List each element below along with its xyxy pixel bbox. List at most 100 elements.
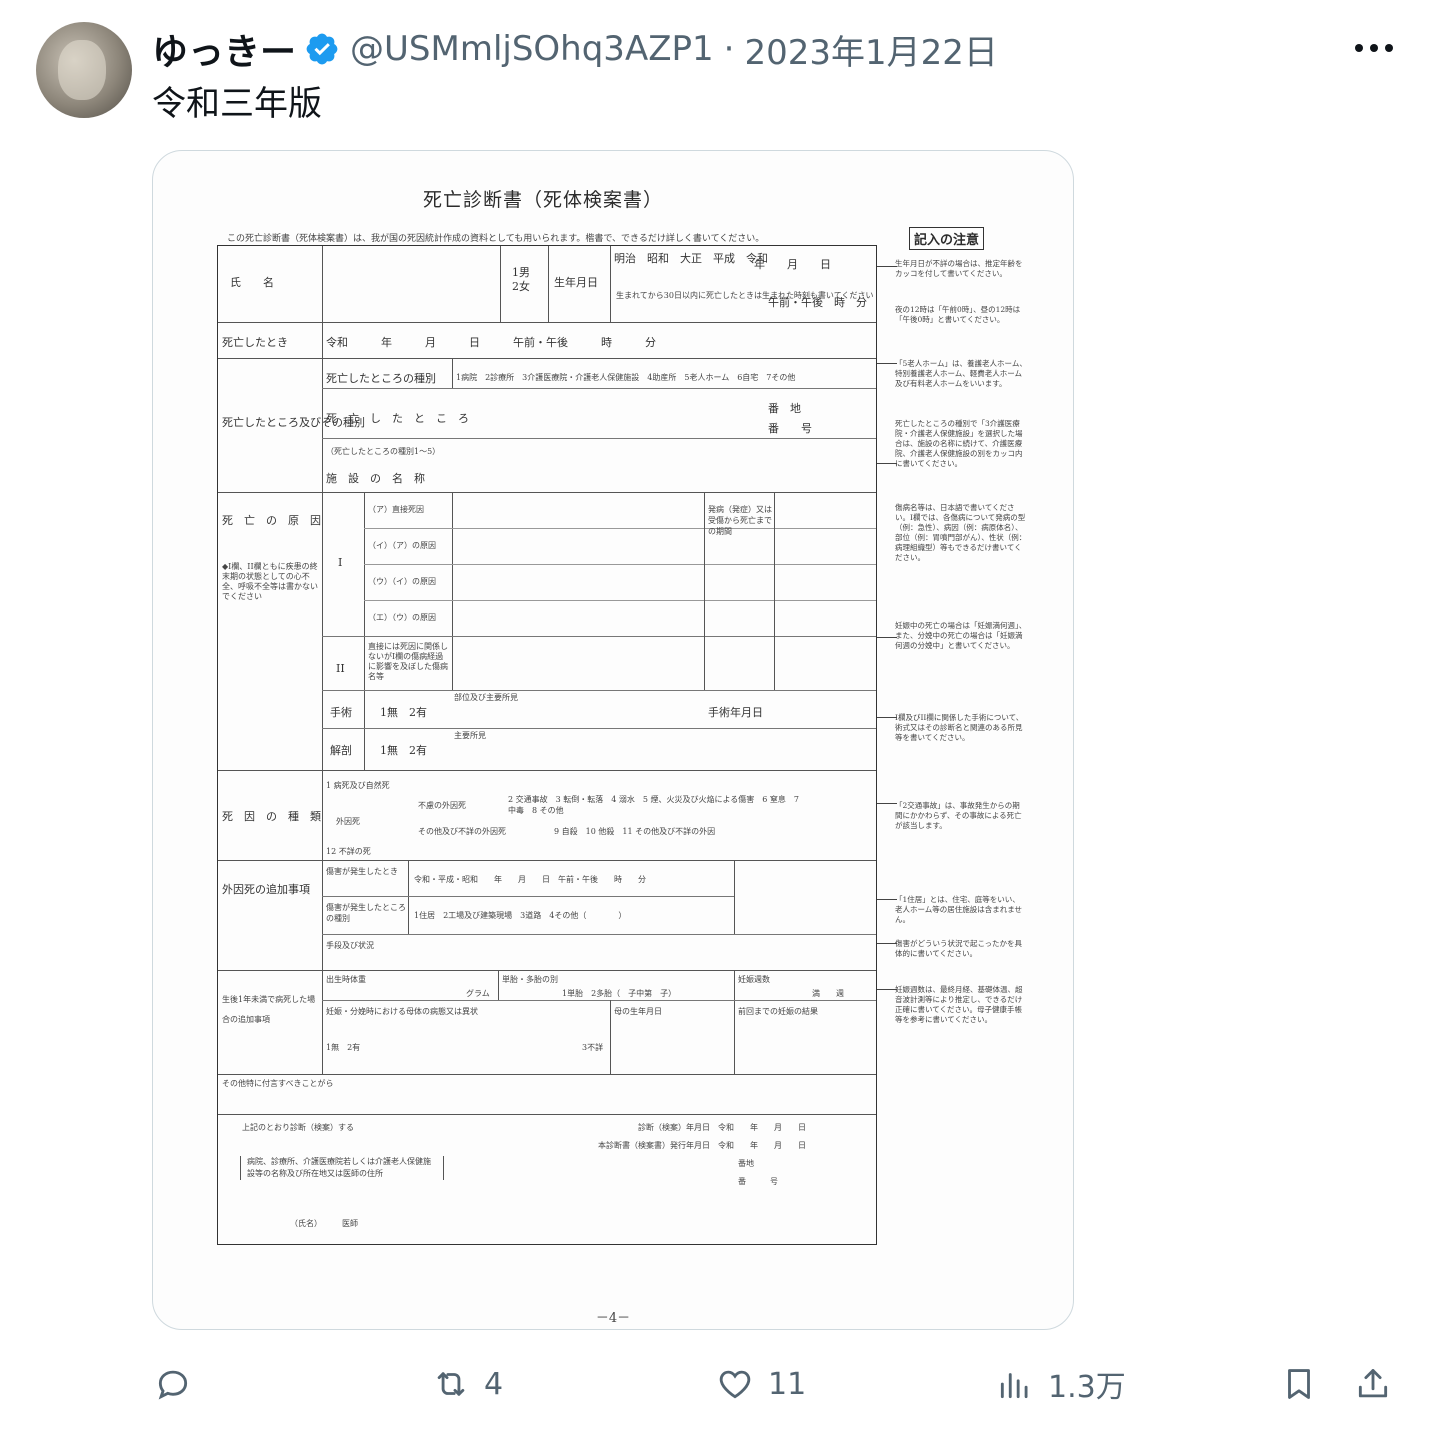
share-icon bbox=[1358, 1369, 1388, 1398]
place-num: 番 号 bbox=[768, 422, 812, 435]
cause-I: I bbox=[338, 556, 343, 569]
row-certification: 上記のとおり診断（検案）する 診断（検案）年月日 令和 年 月 日 本診断書（検… bbox=[218, 1114, 876, 1246]
cert-date2: 本診断書（検案書）発行年月日 令和 年 月 日 bbox=[598, 1141, 806, 1150]
ext-where: 傷害が発生したところの種別 bbox=[326, 903, 406, 923]
row-other: その他特に付言すべきことがら bbox=[218, 1074, 876, 1115]
place-addr: 番 地 bbox=[768, 402, 801, 415]
sex-options: 1男 2女 bbox=[512, 266, 530, 293]
action-bar: 4 11 1.3万 bbox=[0, 1356, 1436, 1416]
kind-12: 12 不詳の死 bbox=[326, 847, 371, 856]
cert-addr: 番地 bbox=[738, 1159, 754, 1168]
surgery-label: 手術 bbox=[330, 706, 352, 719]
ext-how: 手段及び状況 bbox=[326, 941, 374, 950]
kind-unexpected: 不慮の外因死 bbox=[418, 801, 466, 810]
kind-ext: 外因死 bbox=[336, 817, 360, 826]
infant-multi: 単胎・多胎の別 bbox=[502, 975, 558, 984]
separator-dot: · bbox=[723, 29, 735, 69]
infant-mother-value: 1無 2有 bbox=[326, 1043, 361, 1052]
row-death-time: 死亡したとき 令和 年 月 日 午前・午後 時 分 bbox=[218, 322, 876, 359]
bookmark-icon bbox=[1288, 1369, 1310, 1399]
page-number: －4－ bbox=[595, 1311, 631, 1326]
name-label: 氏 名 bbox=[230, 276, 274, 289]
notes-header: 記入の注意 bbox=[909, 227, 985, 250]
verified-badge-icon bbox=[306, 33, 338, 65]
cause-c: （ウ）（イ）の原因 bbox=[368, 577, 436, 586]
death-certificate-form: 死亡診断書（死体検案書） この死亡診断書（死体検案書）は、我が国の死因統計作成の… bbox=[153, 151, 1073, 1329]
cert-place: 病院、診療所、介護医療院若しくは介護老人保健施設等の名称及び所在地又は医師の住所 bbox=[240, 1156, 444, 1180]
row-death-place: 死亡したところ及びその種別 死亡したところの種別 1病院 2診療所 3介護医療院… bbox=[218, 358, 876, 493]
tweet-image[interactable]: 死亡診断書（死体検案書） この死亡診断書（死体検案書）は、我が国の死因統計作成の… bbox=[152, 150, 1074, 1330]
share-button[interactable] bbox=[1354, 1356, 1392, 1412]
surgery-value: 1無 2有 bbox=[380, 706, 427, 719]
facility-label: 施 設 の 名 称 bbox=[326, 472, 425, 485]
infant-unknown: 3不詳 bbox=[582, 1043, 604, 1052]
infant-gram: グラム bbox=[466, 989, 490, 998]
like-count: 11 bbox=[768, 1366, 807, 1402]
note-7: I欄及びII欄に関係した手術について、術式又はその診断名と関連のある所見等を書い… bbox=[895, 713, 1024, 742]
row-external: 外因死の追加事項 傷害が発生したとき 令和・平成・昭和 年 月 日 午前・午後 … bbox=[218, 860, 876, 971]
tweet-date[interactable]: 2023年1月22日 bbox=[744, 25, 997, 74]
onset-note: 発病（発症）又は受傷から死亡までの期間 bbox=[708, 505, 772, 536]
form-table: 氏 名 1男 2女 生年月日 明治 昭和 大正 平成 令和 年 月 日 生まれて… bbox=[217, 245, 877, 1245]
retweet-button[interactable]: 4 bbox=[432, 1356, 503, 1412]
retweet-count: 4 bbox=[484, 1366, 504, 1402]
birth-label: 生年月日 bbox=[554, 276, 598, 289]
birth-time: 午前・午後 時 分 bbox=[768, 296, 867, 309]
reply-icon bbox=[158, 1370, 188, 1400]
cause-label: 死 亡 の 原 因 bbox=[222, 514, 321, 527]
ext-when-value: 令和・平成・昭和 年 月 日 午前・午後 時 分 bbox=[414, 875, 646, 884]
kind-1: 1 病死及び自然死 bbox=[326, 781, 390, 790]
infant-prev: 前回までの妊娠の結果 bbox=[738, 1007, 818, 1016]
infant-mother: 妊娠・分娩時における母体の病態又は異状 bbox=[326, 1007, 478, 1016]
note-3: 「5老人ホーム」は、養護老人ホーム、特別養護老人ホーム、軽費老人ホーム及び有料老… bbox=[895, 359, 1027, 388]
place-kind-label: 死亡したところの種別 bbox=[326, 372, 436, 385]
cause-b: （イ）（ア）の原因 bbox=[368, 541, 436, 550]
row-infant: 生後1年未満で病死した場合の追加事項 出生時体重 グラム 単胎・多胎の別 1単胎… bbox=[218, 970, 876, 1075]
autopsy-label: 解剖 bbox=[330, 744, 352, 757]
views-button[interactable]: 1.3万 bbox=[996, 1356, 1126, 1412]
surgery-detail: 部位及び主要所見 bbox=[454, 693, 518, 702]
note-10: 傷害がどういう状況で起こったかを具体的に書いてください。 bbox=[895, 939, 1022, 958]
reply-button[interactable] bbox=[154, 1356, 206, 1412]
more-icon[interactable] bbox=[1352, 40, 1396, 56]
birth-eras: 明治 昭和 大正 平成 令和 bbox=[614, 252, 768, 265]
ext-where-value: 1住居 2工場及び建築現場 3道路 4その他（ ） bbox=[414, 911, 627, 920]
death-time-value: 令和 年 月 日 午前・午後 時 分 bbox=[326, 336, 656, 349]
infant-mother-birth: 母の生年月日 bbox=[614, 1007, 662, 1016]
note-1: 生年月日が不詳の場合は、推定年齢をカッコを付して書いてください。 bbox=[895, 259, 1023, 278]
author-handle[interactable]: @USMmljSOhq3AZP1 bbox=[350, 29, 714, 69]
tweet-header: ゆっきー @USMmljSOhq3AZP1 · 2023年1月22日 bbox=[152, 24, 998, 74]
form-intro: この死亡診断書（死体検案書）は、我が国の死因統計作成の資料としても用いられます。… bbox=[227, 234, 765, 244]
cause-II-note: 直接には死因に関係しないがI欄の傷病経過に影響を及ぼした傷病名等 bbox=[368, 642, 448, 681]
cause-side-note: ◆I欄、II欄ともに疾患の終末期の状態としての心不全、呼吸不全等は書かないでくだ… bbox=[222, 562, 318, 601]
place-label2: 死 亡 し た と こ ろ bbox=[326, 412, 469, 425]
note-6: 妊娠中の死亡の場合は「妊娠満何週」、また、分娩中の死亡の場合は「妊娠満何週の分娩… bbox=[895, 621, 1027, 650]
cause-II: II bbox=[336, 662, 345, 675]
surgery-date: 手術年月日 bbox=[708, 706, 763, 719]
form-title: 死亡診断書（死体検案書） bbox=[422, 189, 663, 211]
cert-line: 上記のとおり診断（検案）する bbox=[242, 1123, 354, 1132]
note-2: 夜の12時は「午前0時」、昼の12時は「午後0時」と書いてください。 bbox=[895, 305, 1021, 324]
kind-other: その他及び不詳の外因死 bbox=[418, 827, 506, 836]
kind-unexpected-items: 2 交通事故 3 転倒・転落 4 溺水 5 煙、火災及び火焔による傷害 6 窒息… bbox=[508, 795, 800, 815]
infant-weeks-value: 満 週 bbox=[812, 989, 844, 998]
infant-weeks: 妊娠週数 bbox=[738, 975, 770, 984]
like-icon bbox=[719, 1370, 751, 1399]
autopsy-value: 1無 2有 bbox=[380, 744, 427, 757]
note-5: 傷病名等は、日本語で書いてください。I欄では、各傷病について発病の型（例：急性）… bbox=[895, 503, 1027, 562]
birth-ymd: 年 月 日 bbox=[754, 258, 831, 271]
cert-name: （氏名） 医師 bbox=[290, 1219, 358, 1228]
bookmark-button[interactable] bbox=[1280, 1356, 1318, 1412]
kind-label: 死 因 の 種 類 bbox=[222, 810, 321, 823]
avatar[interactable] bbox=[36, 22, 132, 118]
other-label: その他特に付言すべきことがら bbox=[222, 1079, 334, 1088]
cert-date1: 診断（検案）年月日 令和 年 月 日 bbox=[638, 1123, 806, 1132]
autopsy-detail: 主要所見 bbox=[454, 731, 486, 740]
cause-a: （ア）直接死因 bbox=[368, 505, 424, 514]
like-button[interactable]: 11 bbox=[716, 1356, 806, 1412]
note-4: 死亡したところの種別で「3介護医療院・介護老人保健施設」を選択した場合は、施設の… bbox=[895, 419, 1023, 468]
kind-other-items: 9 自殺 10 他殺 11 その他及び不詳の外因 bbox=[554, 827, 716, 836]
infant-multi-value: 1単胎 2多胎（ 子中第 子） bbox=[562, 989, 677, 998]
note-9: 「1住居」とは、住宅、庭等をいい、老人ホーム等の居住施設は含まれません。 bbox=[895, 895, 1023, 924]
author-name[interactable]: ゆっきー bbox=[152, 23, 296, 75]
